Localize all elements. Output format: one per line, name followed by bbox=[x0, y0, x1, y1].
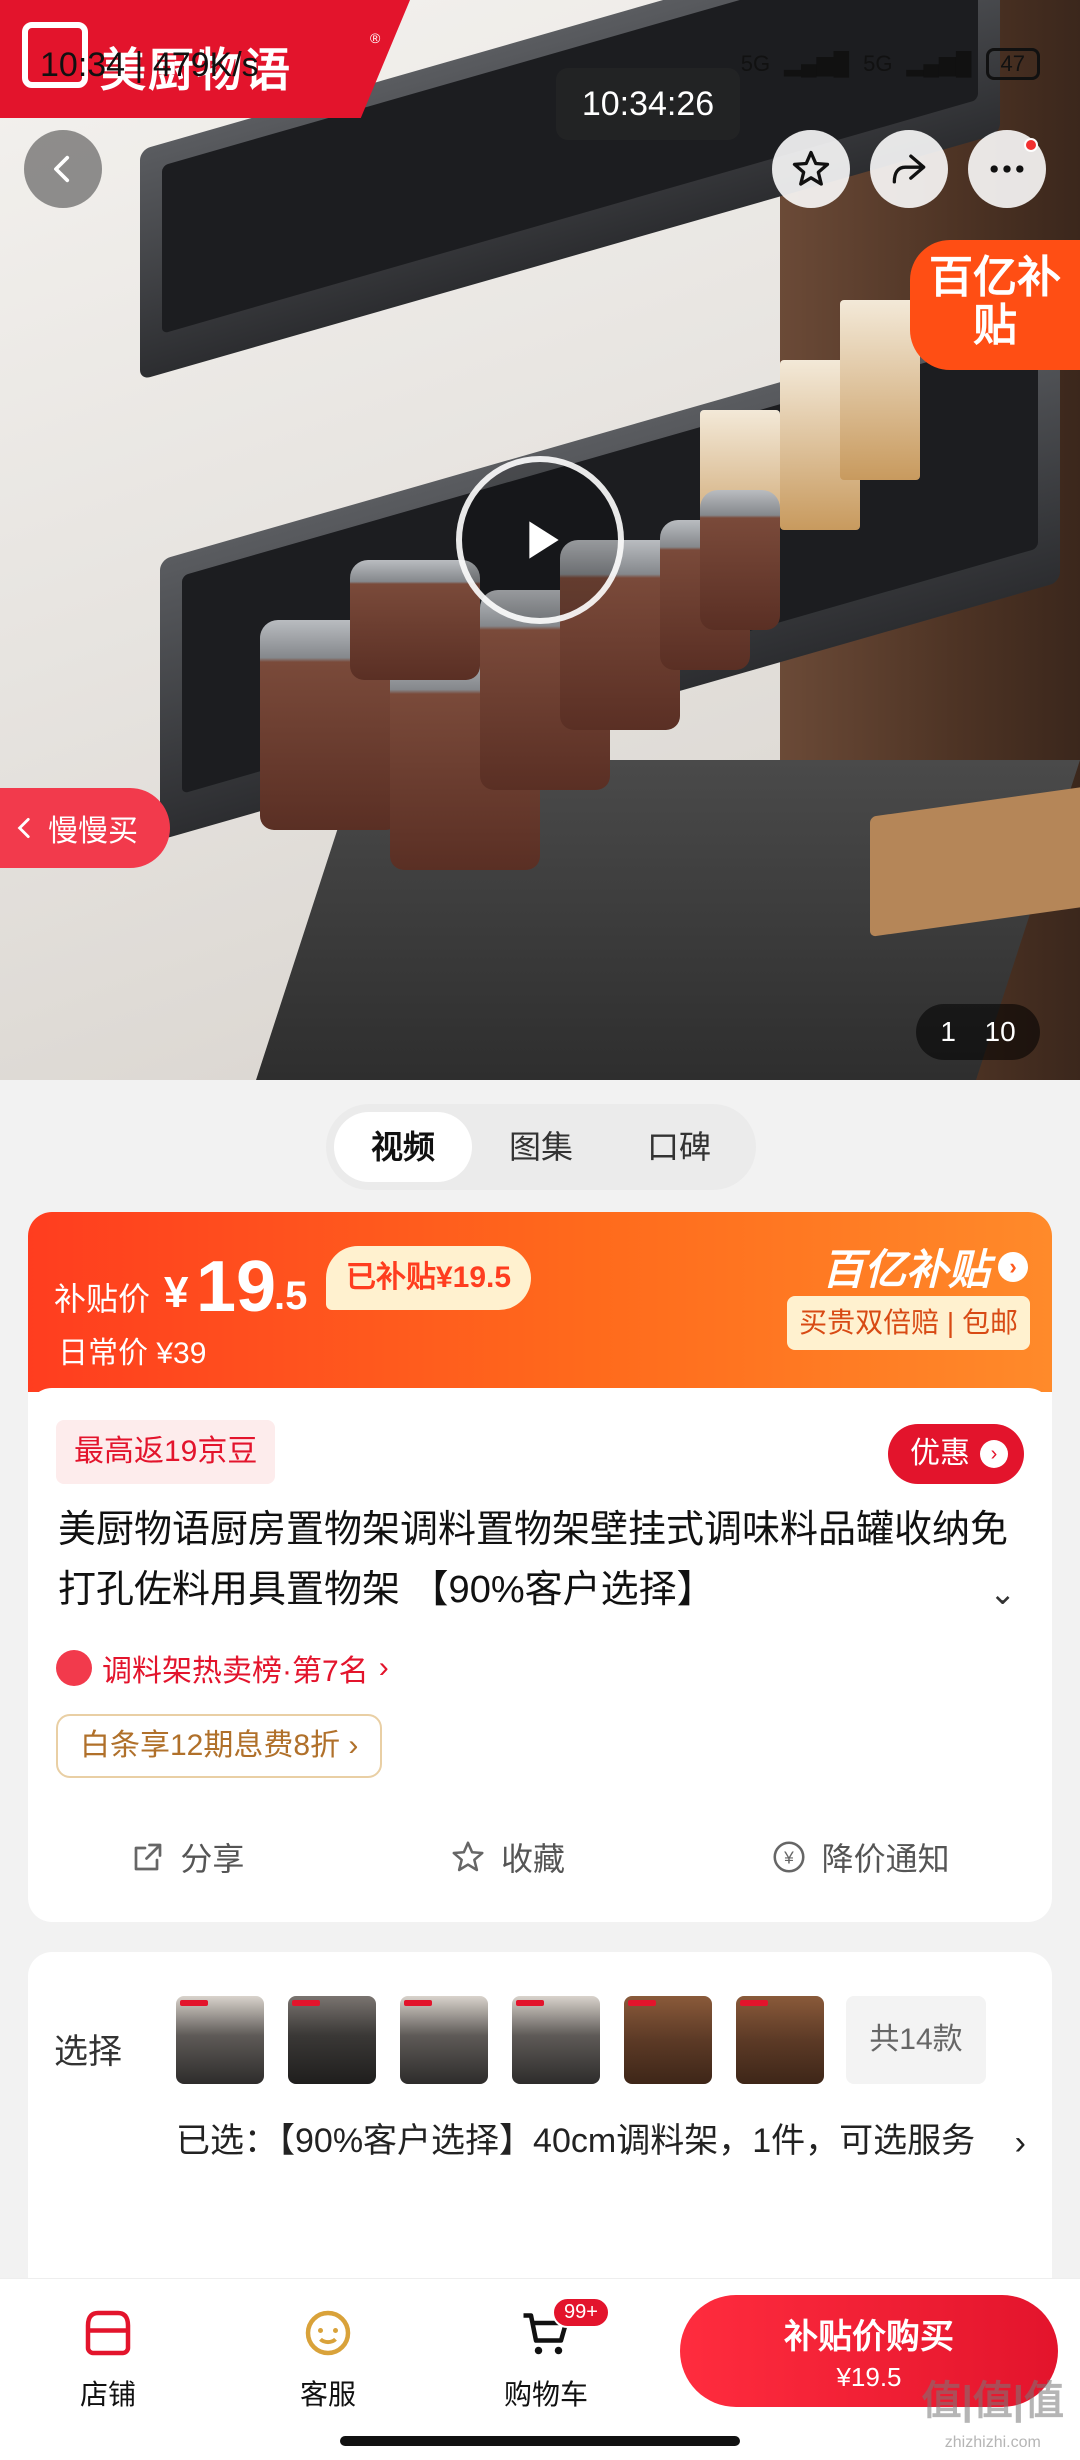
tab-reviews[interactable]: 口碑 bbox=[610, 1112, 748, 1182]
media-tabs: 视频 图集 口碑 bbox=[326, 1104, 756, 1190]
variant-thumbnail[interactable] bbox=[176, 1996, 264, 2084]
bottom-action-bar: 店铺 客服 99+ 购物车 补贴价购买 ¥19.5 bbox=[0, 2278, 1080, 2460]
hero-spice-jar bbox=[700, 490, 780, 630]
subsidized-tag: 已补贴¥19.5 bbox=[326, 1246, 532, 1310]
status-bar-time: 10:34 | 479K/s bbox=[40, 46, 259, 84]
jingdou-reward-tag: 最高返19京豆 bbox=[56, 1420, 276, 1484]
subsidy-guarantee: 买贵双倍赔 | 包邮 bbox=[787, 1296, 1030, 1350]
tab-gallery[interactable]: 图集 bbox=[472, 1112, 610, 1182]
favorite-button[interactable] bbox=[772, 130, 850, 208]
customer-service-label: 客服 bbox=[299, 2379, 356, 2410]
shop-button[interactable]: 店铺 bbox=[48, 2303, 168, 2413]
share-arrow-icon bbox=[892, 154, 926, 184]
star-icon bbox=[792, 150, 830, 186]
price-drop-label: 降价通知 bbox=[821, 1841, 950, 1877]
chevron-right-icon: › bbox=[378, 1651, 389, 1684]
subsidy-corner-badge: 百亿补贴 bbox=[910, 240, 1080, 370]
shop-label: 店铺 bbox=[79, 2379, 136, 2410]
price-band: 补贴价 ¥ 19 .5 已补贴¥19.5 日常价 ¥39 百亿补贴 › 买贵双倍… bbox=[28, 1212, 1052, 1392]
share-icon bbox=[134, 1843, 162, 1871]
share-action[interactable]: 分享 bbox=[130, 1834, 244, 1880]
price-label: 补贴价 bbox=[54, 1281, 151, 1317]
share-button[interactable] bbox=[870, 130, 948, 208]
daily-price: 日常价 ¥39 bbox=[58, 1337, 207, 1370]
favorite-action[interactable]: 收藏 bbox=[449, 1834, 565, 1880]
play-button[interactable] bbox=[456, 456, 624, 624]
discount-label: 优惠 bbox=[910, 1437, 970, 1470]
cart-label: 购物车 bbox=[503, 2379, 588, 2410]
page-current: 1 bbox=[940, 1016, 956, 1047]
variant-thumbnail[interactable] bbox=[288, 1996, 376, 2084]
page-total: 10 bbox=[984, 1016, 1016, 1047]
share-label: 分享 bbox=[180, 1841, 245, 1877]
chevron-down-icon[interactable]: ⌄ bbox=[989, 1574, 1016, 1612]
baitiao-label: 白条享12期息费8折 bbox=[80, 1729, 341, 1762]
rank-medal-icon bbox=[56, 1650, 92, 1686]
product-title: 美厨物语厨房置物架调料置物架壁挂式调味料品罐收纳免打孔佐料用具置物架 【90%客… bbox=[58, 1509, 1009, 1611]
chevron-right-icon: › bbox=[1014, 2124, 1026, 2162]
price-currency: ¥ bbox=[164, 1268, 189, 1317]
price-drop-action[interactable]: ¥ 降价通知 bbox=[770, 1834, 950, 1880]
svg-text:¥: ¥ bbox=[783, 1847, 794, 1867]
play-icon bbox=[529, 521, 559, 559]
signal-icon: ▂▄▆█ bbox=[784, 51, 850, 76]
baitiao-installment-tag[interactable]: 白条享12期息费8折 › bbox=[56, 1714, 383, 1778]
customer-service-icon bbox=[305, 2310, 351, 2356]
variant-thumbnail[interactable] bbox=[512, 1996, 600, 2084]
variant-select-card[interactable]: 选择 共14款 已选：【90%客户选择】40cm调料架，1件，可选服务 › bbox=[28, 1952, 1052, 2282]
signal-icon: ▂▄▆█ bbox=[906, 51, 972, 76]
subsidy-brand-link[interactable]: 百亿补贴 › bbox=[822, 1236, 1028, 1297]
discount-button[interactable]: 优惠 › bbox=[888, 1424, 1024, 1484]
video-timestamp: 10:34:26 bbox=[556, 68, 740, 140]
slow-buy-button[interactable]: 慢慢买 bbox=[0, 788, 170, 868]
star-icon bbox=[452, 1841, 484, 1872]
status-bar-right: 5G ▂▄▆█ 5G ▂▄▆█ 47 bbox=[741, 48, 1040, 80]
network-label: 5G bbox=[740, 51, 771, 76]
variant-thumbnail[interactable] bbox=[624, 1996, 712, 2084]
shop-icon bbox=[85, 2310, 131, 2356]
variant-thumbnails bbox=[176, 1996, 824, 2084]
chevron-right-icon: › bbox=[980, 1440, 1008, 1468]
variant-thumbnail[interactable] bbox=[736, 1996, 824, 2084]
chevron-right-icon: › bbox=[998, 1251, 1028, 1282]
product-actions: 分享 收藏 ¥ 降价通知 bbox=[28, 1822, 1052, 1892]
product-info-card: 补贴价 ¥ 19 .5 已补贴¥19.5 日常价 ¥39 百亿补贴 › 买贵双倍… bbox=[28, 1212, 1052, 1922]
notification-dot bbox=[1024, 138, 1038, 152]
select-label: 选择 bbox=[54, 2033, 122, 2071]
chevron-left-icon bbox=[17, 817, 30, 839]
price-drop-icon: ¥ bbox=[773, 1841, 805, 1873]
brand-reg-mark: ® bbox=[370, 30, 381, 46]
chevron-left-icon bbox=[54, 155, 70, 183]
hero-snack-box bbox=[840, 300, 920, 480]
watermark: 值|值|值 zhizhizhi.com bbox=[921, 2379, 1064, 2451]
cart-count-badge: 99+ bbox=[552, 2297, 610, 2328]
cart-button[interactable]: 99+ 购物车 bbox=[486, 2297, 610, 2413]
network-label-2: 5G bbox=[863, 51, 893, 76]
tab-video[interactable]: 视频 bbox=[334, 1112, 472, 1182]
selected-variant-text: 已选：【90%客户选择】40cm调料架，1件，可选服务 bbox=[176, 2122, 976, 2160]
more-dots-icon bbox=[990, 165, 1024, 173]
image-page-indicator: 1 10 bbox=[916, 1004, 1040, 1060]
price-integer: 19 bbox=[196, 1247, 277, 1327]
home-indicator[interactable] bbox=[340, 2436, 740, 2446]
price-decimal: .5 bbox=[274, 1274, 308, 1318]
ranking-label: 调料架热卖榜·第7名 bbox=[102, 1655, 369, 1688]
ranking-link[interactable]: 调料架热卖榜·第7名 › bbox=[56, 1646, 389, 1690]
back-button[interactable] bbox=[24, 130, 102, 208]
customer-service-button[interactable]: 客服 bbox=[268, 2303, 388, 2413]
more-styles-count[interactable]: 共14款 bbox=[846, 1996, 986, 2084]
subsidy-brand-label: 百亿补贴 bbox=[821, 1246, 990, 1293]
variant-thumbnail[interactable] bbox=[400, 1996, 488, 2084]
favorite-label: 收藏 bbox=[500, 1841, 565, 1877]
hero-spice-jar bbox=[350, 560, 480, 680]
slow-buy-label: 慢慢买 bbox=[48, 815, 138, 848]
buy-button-title: 补贴价购买 bbox=[784, 2318, 954, 2356]
battery-icon: 47 bbox=[985, 48, 1040, 80]
more-button[interactable] bbox=[968, 130, 1046, 208]
